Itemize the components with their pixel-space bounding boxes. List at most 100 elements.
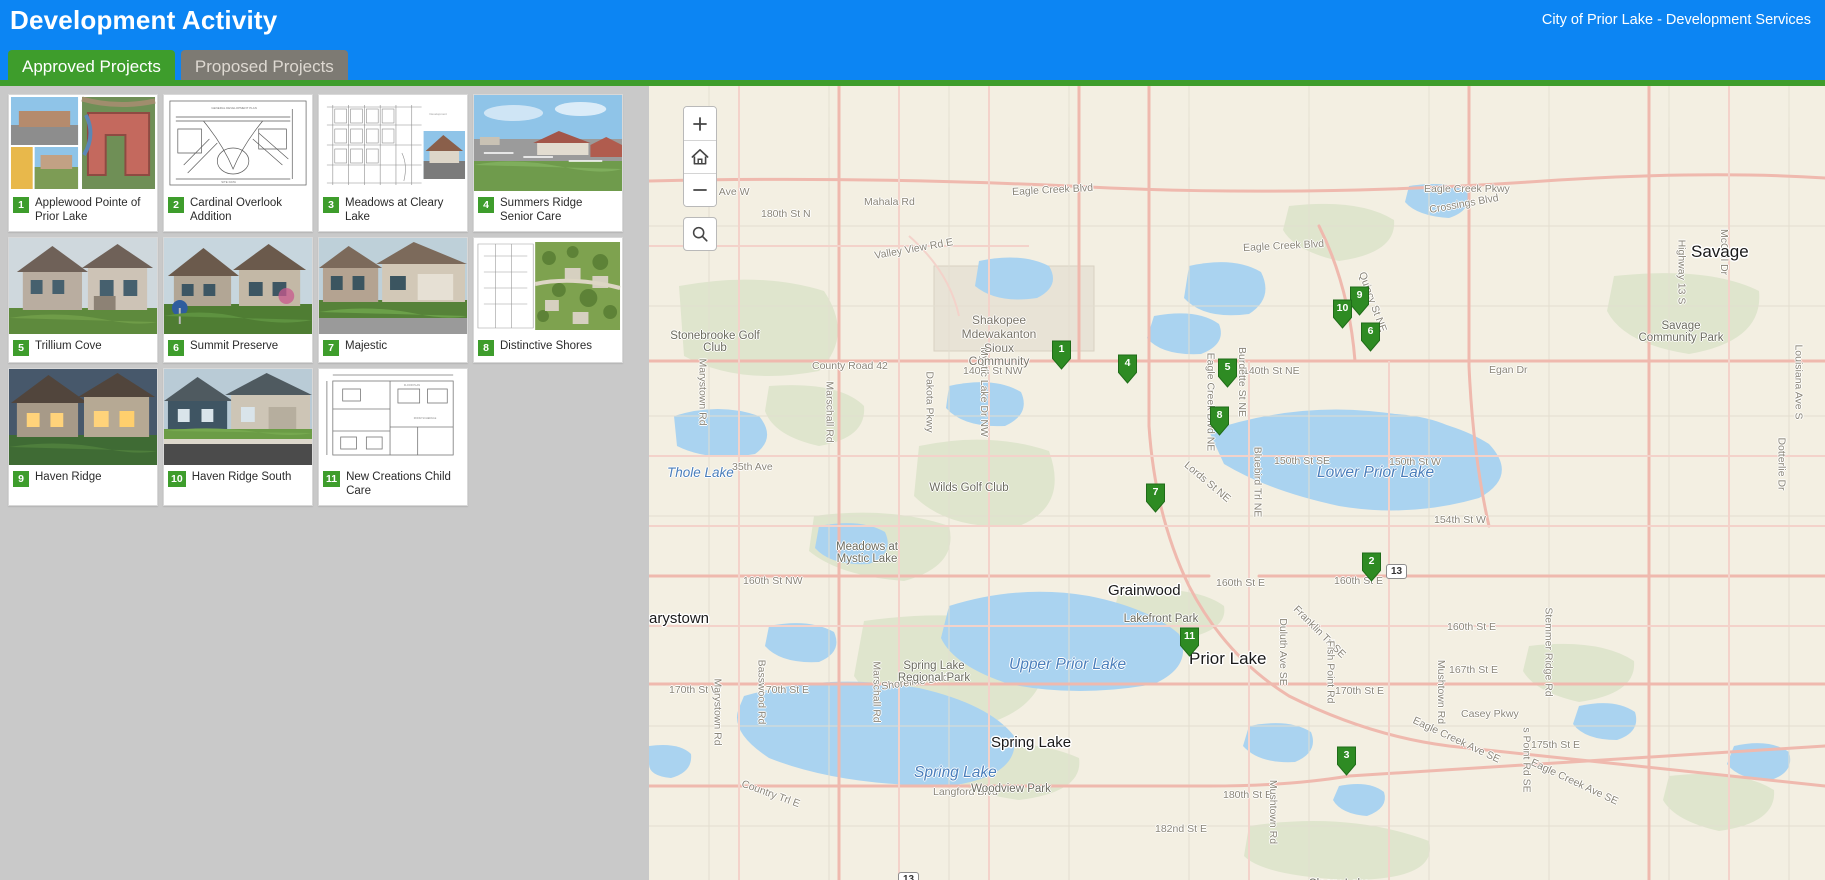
project-thumbnail: GENERAL DEVELOPMENT PLAN SITE DATA (164, 95, 312, 191)
project-thumbnail (9, 368, 157, 465)
project-card[interactable]: 4 Summers Ridge Senior Care (473, 94, 623, 232)
search-icon (692, 226, 708, 242)
project-number-badge: 4 (478, 197, 494, 213)
app-root: Development Activity City of Prior Lake … (0, 0, 1825, 880)
project-number-badge: 8 (478, 339, 494, 356)
project-card-meta: 1 Applewood Pointe of Prior Lake (9, 191, 157, 231)
project-card-title: Distinctive Shores (500, 339, 593, 352)
project-card-title: Majestic (345, 339, 388, 352)
home-icon (691, 148, 709, 165)
project-list-panel: 1 Applewood Pointe of Prior Lake GENERAL … (0, 86, 649, 880)
svg-text:Development: Development (430, 112, 448, 116)
zoom-out-button[interactable] (684, 173, 716, 206)
map-marker-number: 10 (1336, 302, 1349, 314)
project-number-badge: 9 (13, 470, 29, 487)
map-marker-number: 7 (1152, 486, 1159, 498)
map-marker-pin[interactable]: 11 (1178, 626, 1201, 657)
map-zoom-controls[interactable] (683, 106, 717, 207)
map-marker-pin[interactable]: 4 (1116, 353, 1139, 384)
map-marker-pin[interactable]: 10 (1331, 298, 1354, 329)
map-search-button[interactable] (683, 217, 717, 251)
project-card-meta: 5 Trillium Cove (9, 334, 157, 362)
project-card[interactable]: FLOOR PLAN ROOM SCHEDULE 11 New Creations… (318, 367, 468, 506)
project-card[interactable]: 8 Distinctive Shores (473, 236, 623, 363)
map-marker-pin[interactable]: 7 (1144, 482, 1167, 513)
project-card-title: Haven Ridge South (191, 470, 292, 483)
map-marker-number: 4 (1124, 357, 1131, 369)
project-card-title: Meadows at Cleary Lake (345, 197, 444, 224)
map-marker-number: 2 (1368, 555, 1375, 567)
svg-text:SITE DATA: SITE DATA (221, 180, 236, 184)
project-card-meta: 2 Cardinal Overlook Addition (164, 191, 312, 231)
project-number-badge: 10 (168, 470, 186, 487)
project-number-badge: 11 (323, 470, 341, 487)
project-thumbnail (9, 95, 157, 191)
home-button[interactable] (684, 140, 716, 173)
project-number-badge: 1 (13, 197, 29, 213)
project-card-title: Haven Ridge (35, 470, 102, 483)
tab-bar: Approved Projects Proposed Projects (8, 50, 348, 84)
project-number-badge: 2 (168, 197, 184, 213)
project-card[interactable]: 9 Haven Ridge (8, 367, 158, 506)
svg-text:ROOM SCHEDULE: ROOM SCHEDULE (414, 416, 437, 420)
svg-text:FLOOR PLAN: FLOOR PLAN (404, 383, 420, 387)
zoom-in-button[interactable] (684, 107, 716, 140)
project-thumbnail (474, 237, 622, 334)
project-thumbnail (319, 237, 467, 334)
project-card-meta: 10 Haven Ridge South (164, 465, 312, 493)
project-card-meta: 6 Summit Preserve (164, 334, 312, 362)
map-marker-pin[interactable]: 3 (1335, 745, 1358, 776)
project-card-meta: 4 Summers Ridge Senior Care (474, 191, 622, 231)
project-card[interactable]: 1 Applewood Pointe of Prior Lake (8, 94, 158, 232)
project-card-meta: 9 Haven Ridge (9, 465, 157, 493)
project-number-badge: 5 (13, 339, 29, 356)
project-card-title: New Creations Child Care (346, 470, 451, 498)
map-marker-pin[interactable]: 5 (1216, 357, 1239, 388)
project-card[interactable]: 5 Trillium Cove (8, 236, 158, 363)
map-marker-number: 3 (1343, 749, 1350, 761)
project-number-badge: 7 (323, 339, 339, 356)
project-card-meta: 8 Distinctive Shores (474, 334, 622, 362)
project-card-title: Trillium Cove (35, 339, 102, 352)
map-marker-number: 8 (1216, 409, 1223, 421)
map-marker-number: 11 (1183, 630, 1196, 642)
project-card-meta: 7 Majestic (319, 334, 467, 362)
plus-icon (693, 116, 707, 131)
project-thumbnail (164, 368, 312, 465)
project-card-meta: 3 Meadows at Cleary Lake (319, 191, 467, 231)
project-card[interactable]: 7 Majestic (318, 236, 468, 363)
project-number-badge: 3 (323, 197, 339, 213)
map-view[interactable]: 17th Ave W Eagle Creek Blvd Eagle Creek Bl… (649, 86, 1825, 880)
map-marker-pin[interactable]: 6 (1359, 321, 1382, 352)
project-card-grid: 1 Applewood Pointe of Prior Lake GENERAL … (0, 86, 649, 511)
project-thumbnail (164, 237, 312, 334)
map-marker-pin[interactable]: 2 (1360, 551, 1383, 582)
project-card-meta: 11 New Creations Child Care (319, 465, 467, 505)
page-title: Development Activity (10, 5, 278, 35)
tab-approved-projects[interactable]: Approved Projects (8, 50, 175, 84)
project-card-title: Summers Ridge Senior Care (500, 197, 583, 224)
project-card[interactable]: GENERAL DEVELOPMENT PLAN SITE DATA 2 Card… (163, 94, 313, 232)
tab-proposed-projects[interactable]: Proposed Projects (180, 50, 348, 84)
project-number-badge: 6 (168, 339, 184, 356)
project-thumbnail (474, 95, 622, 191)
app-header: Development Activity City of Prior Lake … (0, 0, 1825, 86)
project-thumbnail: Development (319, 95, 467, 191)
project-card-title: Cardinal Overlook Addition (190, 197, 283, 224)
organization-label: City of Prior Lake - Development Service… (1541, 12, 1811, 28)
project-card-title: Applewood Pointe of Prior Lake (35, 197, 141, 224)
project-card[interactable]: Development 3 Meadows at Cleary Lake (318, 94, 468, 232)
project-card-title: Summit Preserve (190, 339, 279, 352)
map-marker-number: 6 (1367, 325, 1374, 337)
project-card[interactable]: 10 Haven Ridge South (163, 367, 313, 506)
map-marker-pin[interactable]: 8 (1208, 405, 1231, 436)
map-basemap (649, 86, 1825, 880)
minus-icon (693, 189, 707, 191)
svg-text:GENERAL DEVELOPMENT PLAN: GENERAL DEVELOPMENT PLAN (211, 106, 257, 110)
map-marker-pin[interactable]: 1 (1050, 339, 1073, 370)
map-marker-number: 5 (1224, 361, 1231, 373)
project-thumbnail (9, 237, 157, 334)
project-card[interactable]: 6 Summit Preserve (163, 236, 313, 363)
map-marker-number: 1 (1058, 343, 1065, 355)
project-thumbnail: FLOOR PLAN ROOM SCHEDULE (319, 368, 467, 465)
